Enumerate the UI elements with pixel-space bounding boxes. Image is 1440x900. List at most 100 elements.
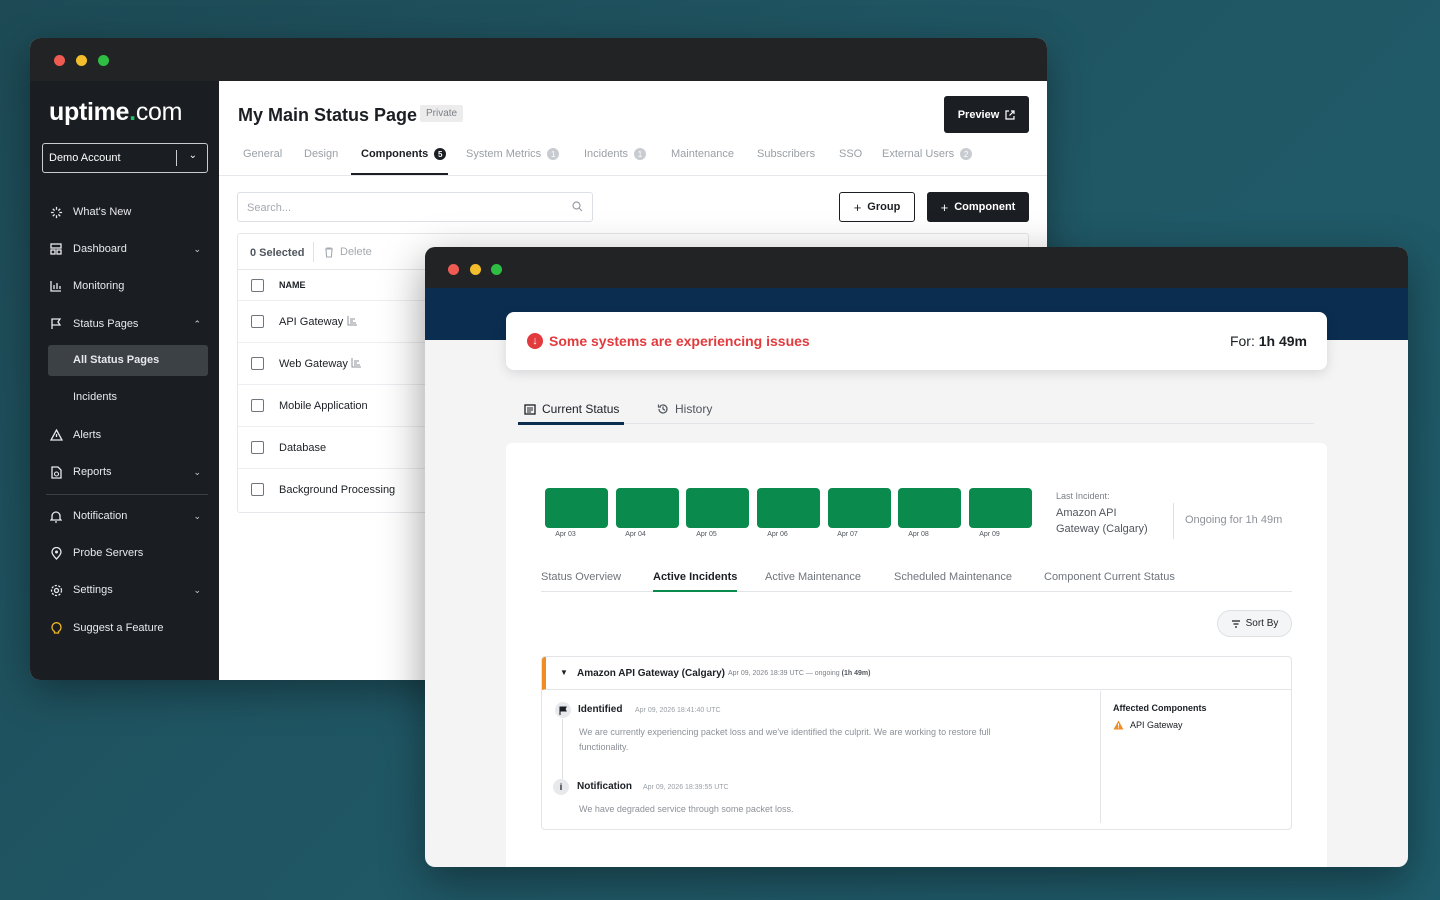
sidebar-item-whats-new[interactable]: What's New xyxy=(49,204,209,220)
last-incident-name[interactable]: Amazon API Gateway (Calgary) xyxy=(1056,505,1156,537)
account-select-value: Demo Account xyxy=(49,152,121,164)
search-input[interactable]: Search... xyxy=(237,192,593,222)
logo-text: uptime xyxy=(49,98,130,126)
sidebar-item-suggest-feature[interactable]: Suggest a Feature xyxy=(49,620,209,636)
tab-component-current-status[interactable]: Component Current Status xyxy=(1044,571,1175,583)
sidebar-item-reports[interactable]: Reports ⌄ xyxy=(49,464,209,480)
tab-label: Design xyxy=(304,148,339,160)
minimize-window-button[interactable] xyxy=(76,55,87,66)
sidebar-item-notification[interactable]: Notification ⌄ xyxy=(49,508,209,524)
tab-incidents[interactable]: Incidents 1 xyxy=(584,148,647,160)
uptime-day-bar[interactable] xyxy=(545,488,608,528)
chevron-down-icon: ⌄ xyxy=(188,150,197,161)
select-all-checkbox[interactable] xyxy=(251,279,264,292)
uptime-day-label: Apr 03 xyxy=(555,531,576,538)
tab-maintenance[interactable]: Maintenance xyxy=(671,148,734,160)
preview-button-label: Preview xyxy=(957,108,1000,121)
uptime-day-bar[interactable] xyxy=(757,488,820,528)
row-checkbox[interactable] xyxy=(251,483,264,496)
tab-components[interactable]: Components 5 xyxy=(361,148,447,160)
tab-active-maintenance[interactable]: Active Maintenance xyxy=(765,571,861,583)
chevron-up-icon: ⌃ xyxy=(193,318,201,329)
sidebar-item-monitoring[interactable]: Monitoring xyxy=(49,278,209,294)
uptime-day-bar[interactable] xyxy=(898,488,961,528)
close-window-button[interactable] xyxy=(448,264,459,275)
add-group-button[interactable]: + Group xyxy=(839,192,915,222)
incident-header[interactable]: ▼ Amazon API Gateway (Calgary) Apr 09, 2… xyxy=(542,657,1291,690)
account-select[interactable]: Demo Account ⌄ xyxy=(42,143,208,173)
uptime-day-bar[interactable] xyxy=(686,488,749,528)
sidebar-item-probe-servers[interactable]: Probe Servers xyxy=(49,545,209,561)
logo-dot: . xyxy=(129,98,136,126)
row-checkbox[interactable] xyxy=(251,441,264,454)
plus-icon: + xyxy=(940,199,949,215)
sidebar-item-label: All Status Pages xyxy=(73,354,160,366)
sidebar-item-settings[interactable]: Settings ⌄ xyxy=(49,582,209,598)
metrics-icon xyxy=(351,357,362,371)
chevron-down-icon: ⌄ xyxy=(193,510,201,521)
row-checkbox[interactable] xyxy=(251,399,264,412)
sidebar-item-incidents[interactable]: Incidents xyxy=(48,382,208,413)
uptime-day-bar[interactable] xyxy=(828,488,891,528)
sidebar-item-label: Reports xyxy=(73,466,112,478)
status-duration: For: 1h 49m xyxy=(1230,333,1307,349)
uptime-day-bar[interactable] xyxy=(969,488,1032,528)
public-status-page-window: ↓ Some systems are experiencing issues F… xyxy=(425,247,1408,867)
tab-general[interactable]: General xyxy=(243,148,282,160)
tab-label: SSO xyxy=(839,148,863,160)
sidebar-item-label: Suggest a Feature xyxy=(73,622,164,634)
status-message: Some systems are experiencing issues xyxy=(549,333,810,349)
search-placeholder: Search... xyxy=(247,202,292,214)
tab-design[interactable]: Design xyxy=(304,148,338,160)
tab-label: Incidents xyxy=(584,148,629,160)
tab-label: Components xyxy=(361,148,429,160)
sidebar-item-label: Dashboard xyxy=(73,243,127,255)
sort-by-label: Sort By xyxy=(1245,618,1279,629)
uptime-day-label: Apr 07 xyxy=(837,531,858,538)
tab-current-status[interactable]: Current Status xyxy=(524,402,619,416)
sidebar-item-all-status-pages[interactable]: All Status Pages xyxy=(48,345,208,376)
uptime-day-bar[interactable] xyxy=(616,488,679,528)
active-tab-indicator xyxy=(351,173,448,175)
plus-icon: + xyxy=(853,199,862,215)
add-component-button[interactable]: + Component xyxy=(927,192,1029,222)
page-title: My Main Status Page xyxy=(238,105,418,125)
tab-active-incidents[interactable]: Active Incidents xyxy=(653,571,737,583)
sort-by-button[interactable]: Sort By xyxy=(1217,610,1292,637)
delete-button[interactable]: Delete xyxy=(324,246,372,258)
row-checkbox[interactable] xyxy=(251,315,264,328)
trash-icon xyxy=(324,246,334,258)
row-checkbox[interactable] xyxy=(251,357,264,370)
flag-icon xyxy=(555,702,571,718)
tab-status-overview[interactable]: Status Overview xyxy=(541,571,621,583)
info-icon: i xyxy=(553,779,569,795)
report-icon xyxy=(49,465,63,479)
selected-count: 0 Selected xyxy=(250,247,305,259)
sidebar-item-status-pages[interactable]: Status Pages ⌃ xyxy=(49,316,209,332)
uptime-logo[interactable]: uptime.com xyxy=(49,98,182,127)
maximize-window-button[interactable] xyxy=(98,55,109,66)
external-link-icon xyxy=(1005,109,1015,120)
history-icon xyxy=(657,403,669,415)
sidebar-item-dashboard[interactable]: Dashboard ⌄ xyxy=(49,241,209,257)
sidebar-item-label: Settings xyxy=(73,584,113,596)
sidebar-item-label: What's New xyxy=(73,206,132,218)
uptime-day-label: Apr 04 xyxy=(625,531,646,538)
tab-scheduled-maintenance[interactable]: Scheduled Maintenance xyxy=(894,571,1012,583)
preview-button[interactable]: Preview xyxy=(944,96,1029,133)
tab-sso[interactable]: SSO xyxy=(839,148,862,160)
newspaper-icon xyxy=(524,403,536,415)
tab-system-metrics[interactable]: System Metrics 1 xyxy=(466,148,560,160)
tab-subscribers[interactable]: Subscribers xyxy=(757,148,815,160)
maximize-window-button[interactable] xyxy=(491,264,502,275)
close-window-button[interactable] xyxy=(54,55,65,66)
sidebar-item-alerts[interactable]: Alerts xyxy=(49,427,209,443)
tab-external-users[interactable]: External Users 2 xyxy=(882,148,973,160)
warning-triangle-icon xyxy=(49,428,63,442)
sidebar-item-label: Probe Servers xyxy=(73,547,144,559)
metrics-icon xyxy=(347,315,358,329)
timeline-line xyxy=(562,719,563,779)
tab-history[interactable]: History xyxy=(657,402,712,416)
duration-label: For: xyxy=(1229,333,1255,349)
minimize-window-button[interactable] xyxy=(470,264,481,275)
